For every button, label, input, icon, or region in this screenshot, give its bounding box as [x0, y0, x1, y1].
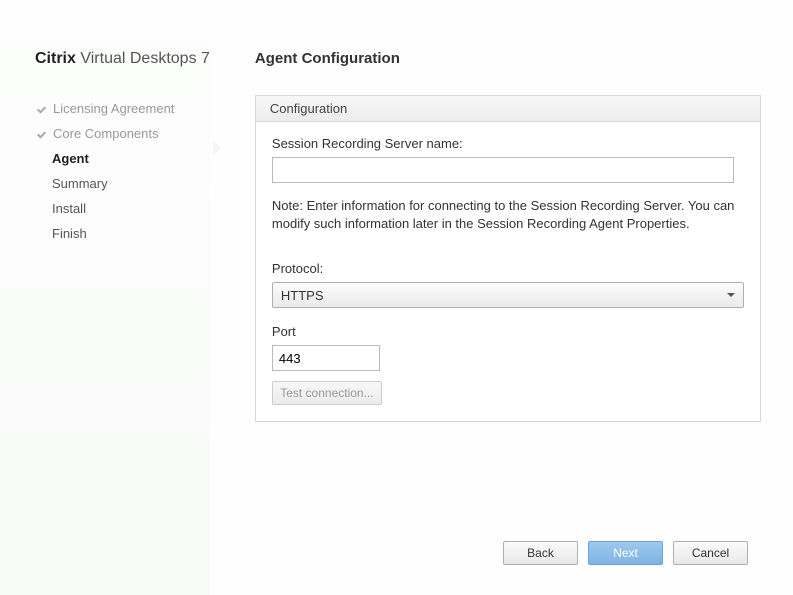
check-icon	[37, 103, 49, 115]
check-icon	[37, 128, 49, 140]
nav-label: Finish	[52, 226, 87, 241]
nav-item-core: Core Components	[37, 121, 210, 146]
nav-item-finish: Finish	[37, 221, 210, 246]
nav-label: Install	[52, 201, 86, 216]
chevron-down-icon	[727, 293, 735, 297]
brand-light: Virtual Desktops 7	[80, 50, 210, 67]
nav-label: Licensing Agreement	[53, 101, 174, 116]
protocol-section: Protocol: HTTPS	[272, 261, 744, 308]
protocol-dropdown[interactable]: HTTPS	[272, 282, 744, 308]
back-button[interactable]: Back	[503, 541, 578, 565]
next-button[interactable]: Next	[588, 541, 663, 565]
nav-label: Summary	[52, 176, 108, 191]
nav-item-summary: Summary	[37, 171, 210, 196]
port-input[interactable]	[272, 345, 380, 371]
port-label: Port	[272, 324, 744, 339]
main-content: Agent Configuration Configuration Sessio…	[210, 0, 793, 595]
panel-header: Configuration	[256, 96, 760, 122]
server-name-label: Session Recording Server name:	[272, 136, 744, 151]
active-step-pointer	[213, 140, 221, 156]
note-text: Note: Enter information for connecting t…	[272, 197, 740, 233]
page-title: Agent Configuration	[255, 50, 761, 67]
protocol-value: HTTPS	[281, 288, 324, 303]
panel-body: Session Recording Server name: Note: Ent…	[256, 122, 760, 421]
protocol-label: Protocol:	[272, 261, 744, 276]
nav-item-agent: Agent	[37, 146, 210, 171]
nav-list: Licensing Agreement Core Components Agen…	[35, 96, 210, 246]
port-section: Port	[272, 324, 744, 371]
cancel-button[interactable]: Cancel	[673, 541, 748, 565]
server-name-input[interactable]	[272, 157, 734, 183]
test-connection-button: Test connection...	[272, 381, 382, 405]
sidebar: Citrix Virtual Desktops 7 Licensing Agre…	[0, 0, 210, 595]
nav-label: Agent	[52, 151, 89, 166]
nav-item-licensing: Licensing Agreement	[37, 96, 210, 121]
nav-item-install: Install	[37, 196, 210, 221]
brand-title: Citrix Virtual Desktops 7	[35, 50, 210, 68]
brand-bold: Citrix	[35, 50, 76, 67]
button-bar: Back Next Cancel	[503, 541, 748, 565]
config-panel: Configuration Session Recording Server n…	[255, 95, 761, 422]
wizard-container: Citrix Virtual Desktops 7 Licensing Agre…	[0, 0, 793, 595]
nav-label: Core Components	[53, 126, 159, 141]
